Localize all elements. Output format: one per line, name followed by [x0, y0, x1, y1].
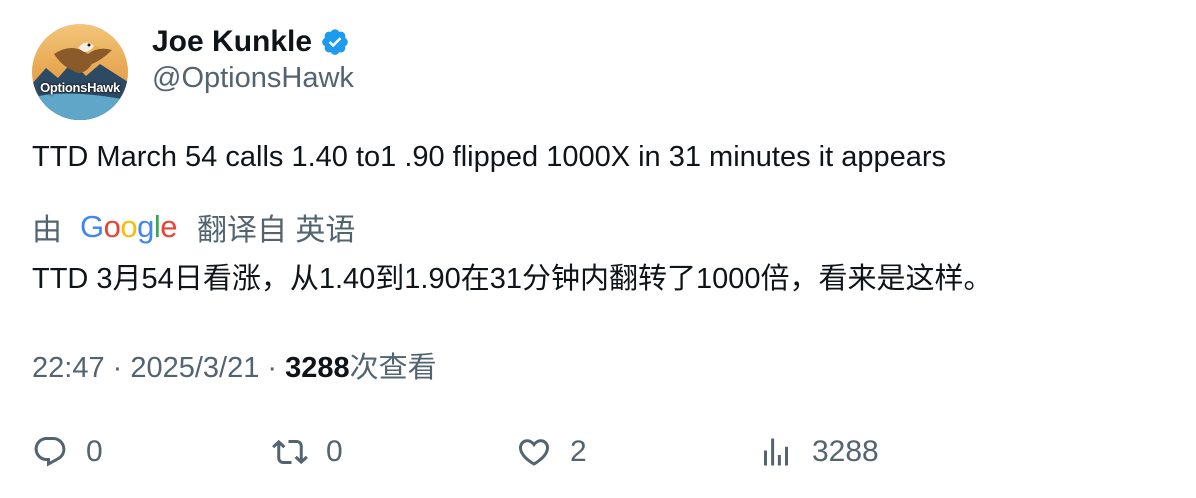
google-letter-o1: o	[103, 209, 121, 244]
like-button[interactable]: 2	[516, 428, 587, 476]
translated-from-label: 翻译自 英语	[197, 214, 356, 247]
reply-count: 0	[86, 435, 103, 468]
avatar-wordmark: OptionsHawk	[40, 80, 120, 95]
meta-separator-2: ·	[259, 352, 286, 384]
author-display-name[interactable]: Joe Kunkle	[152, 25, 312, 59]
tweet-date[interactable]: 2025/3/21	[130, 352, 259, 384]
action-bar: 0 0 2 3288	[32, 428, 1172, 476]
reply-icon	[34, 437, 66, 467]
google-letter-o2: o	[120, 209, 138, 244]
views-action-count: 3288	[812, 435, 879, 468]
views-label: 次查看	[349, 352, 437, 384]
author-name-row[interactable]: Joe Kunkle	[152, 22, 350, 62]
views-button[interactable]: 3288	[758, 428, 879, 476]
google-letter-e: e	[160, 209, 178, 244]
google-letter-g: G	[80, 209, 104, 244]
retweet-icon	[272, 439, 308, 465]
retweet-count: 0	[326, 435, 343, 468]
heart-icon	[518, 439, 550, 466]
analytics-icon	[764, 438, 788, 466]
google-letter-g2: g	[137, 209, 154, 244]
tweet-meta: 22:47 · 2025/3/21 · 3288次查看	[32, 344, 437, 386]
avatar[interactable]: OptionsHawk	[32, 24, 128, 120]
retweet-button[interactable]: 0	[272, 428, 343, 476]
verified-badge-icon	[320, 27, 350, 57]
views-count: 3288	[285, 352, 350, 384]
translated-text: TTD 3月54日看涨，从1.40到1.90在31分钟内翻转了1000倍，看来是…	[32, 263, 993, 295]
meta-separator: ·	[104, 352, 131, 384]
tweet-time[interactable]: 22:47	[32, 352, 105, 384]
avatar-image	[32, 24, 128, 120]
google-logo: G o o g l e	[80, 209, 178, 245]
translation-attribution: 由 G o o g l e 翻译自 英语	[32, 205, 355, 249]
translated-by-label: 由	[32, 214, 62, 247]
tweet-text: TTD March 54 calls 1.40 to1 .90 flipped …	[32, 141, 947, 173]
author-handle[interactable]: @OptionsHawk	[152, 62, 354, 95]
like-count: 2	[570, 435, 587, 468]
reply-button[interactable]: 0	[32, 428, 103, 476]
